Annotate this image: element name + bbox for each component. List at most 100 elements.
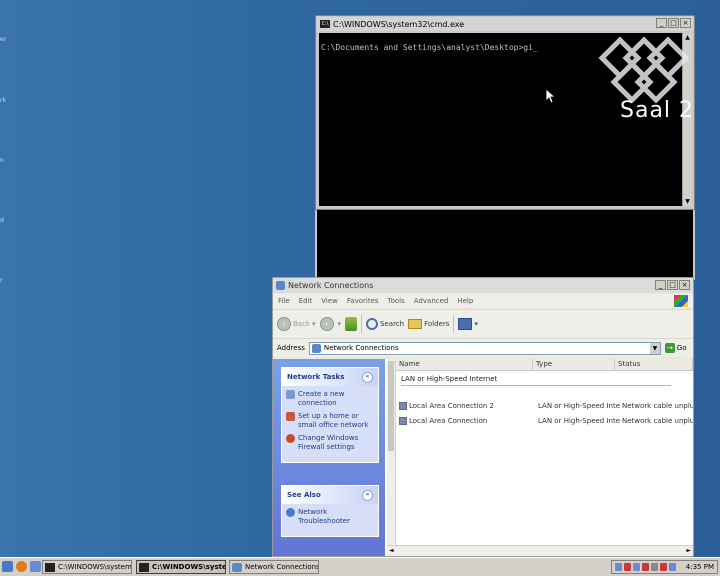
- address-dropdown-button[interactable]: ▼: [649, 342, 660, 354]
- taskbar-item-cmd-2[interactable]: C:\WINDOWS\system...: [136, 560, 226, 574]
- desktop-icon-label[interactable]: n: [0, 157, 10, 165]
- views-button[interactable]: ▾: [458, 318, 478, 330]
- network-tray-icon[interactable]: [633, 563, 640, 571]
- column-type[interactable]: Type: [533, 359, 615, 370]
- table-row[interactable]: Local Area Connection LAN or High-Speed …: [396, 415, 693, 427]
- clock[interactable]: 4:35 PM: [686, 563, 717, 571]
- go-button[interactable]: → Go: [664, 343, 687, 353]
- tray-icon[interactable]: [669, 563, 676, 571]
- row-name: Local Area Connection 2: [409, 402, 494, 410]
- task-firewall-settings[interactable]: Change Windows Firewall settings: [286, 434, 374, 452]
- security-tray-icon[interactable]: [660, 563, 667, 571]
- up-folder-button[interactable]: [345, 317, 358, 331]
- menu-file[interactable]: File: [278, 297, 290, 305]
- toolbar-separator: [453, 315, 455, 333]
- network-connections-window[interactable]: Network Connections _ □ × File Edit View…: [272, 277, 694, 557]
- close-button[interactable]: ×: [679, 280, 690, 290]
- row-name: Local Area Connection: [409, 417, 488, 425]
- horizontal-scrollbar[interactable]: ◄ ►: [387, 545, 693, 556]
- network-tasks-panel: Network Tasks « Create a new connection …: [281, 367, 379, 463]
- quick-launch: [2, 561, 41, 572]
- network-connections-icon: [276, 281, 285, 290]
- task-home-network[interactable]: Set up a home or small office network: [286, 412, 374, 430]
- task-label: Change Windows Firewall settings: [298, 434, 359, 451]
- task-label: Set up a home or small office network: [298, 412, 369, 429]
- scrollbar-thumb[interactable]: [388, 361, 394, 451]
- network-tray-icon[interactable]: [615, 563, 622, 571]
- see-also-header[interactable]: See Also «: [282, 486, 378, 504]
- cmd-window-lower[interactable]: [315, 210, 695, 280]
- network-disconnected-tray-icon[interactable]: [624, 563, 631, 571]
- task-label: Create a new connection: [298, 390, 345, 407]
- menu-edit[interactable]: Edit: [299, 297, 313, 305]
- task-label: Network Troubleshooter: [298, 508, 350, 525]
- network-connections-icon: [311, 343, 321, 353]
- close-button[interactable]: ×: [680, 18, 691, 28]
- back-button[interactable]: ‹ Back ▾: [277, 317, 316, 331]
- address-input[interactable]: Network Connections ▼: [308, 341, 661, 355]
- menu-favorites[interactable]: Favorites: [347, 297, 379, 305]
- collapse-chevron-icon[interactable]: «: [362, 489, 373, 501]
- firefox-icon[interactable]: [16, 561, 27, 572]
- column-status[interactable]: Status: [615, 359, 693, 370]
- cmd-title: C:\WINDOWS\system32\cmd.exe: [333, 19, 465, 29]
- system-tray: 4:35 PM: [611, 560, 718, 574]
- scroll-down-arrow-icon[interactable]: ▼: [683, 197, 692, 206]
- maximize-button[interactable]: □: [667, 280, 678, 290]
- network-adapter-icon: [399, 402, 407, 410]
- menu-help[interactable]: Help: [457, 297, 473, 305]
- shield-tray-icon[interactable]: [642, 563, 649, 571]
- go-arrow-icon: →: [664, 343, 675, 353]
- scroll-left-arrow-icon[interactable]: ◄: [389, 547, 394, 554]
- search-icon: [366, 318, 379, 330]
- desktop-icon-label[interactable]: rk: [0, 97, 10, 105]
- minimize-button[interactable]: _: [655, 280, 666, 290]
- show-desktop-icon[interactable]: [2, 561, 13, 572]
- task-create-connection[interactable]: Create a new connection: [286, 390, 374, 408]
- folders-button[interactable]: Folders: [408, 319, 449, 329]
- menu-tools[interactable]: Tools: [388, 297, 405, 305]
- taskbar-item-network-connections[interactable]: Network Connections: [229, 560, 319, 574]
- menu-view[interactable]: View: [321, 297, 338, 305]
- network-adapter-icon: [399, 417, 407, 425]
- network-tasks-title: Network Tasks: [287, 373, 345, 381]
- table-row[interactable]: Local Area Connection 2 LAN or High-Spee…: [396, 400, 693, 412]
- explorer-title-bar[interactable]: Network Connections _ □ ×: [273, 278, 693, 293]
- maximize-button[interactable]: □: [668, 18, 679, 28]
- explorer-content: Network Tasks « Create a new connection …: [273, 359, 693, 556]
- explorer-icon[interactable]: [30, 561, 41, 572]
- windows-logo-icon: [674, 295, 688, 307]
- row-status: Network cable unplugged: [622, 417, 693, 425]
- row-type: LAN or High-Speed Inter...: [538, 402, 620, 410]
- toolbar: ‹ Back ▾ › ▾ Search Folders ▾: [273, 309, 693, 339]
- desktop-icon-column[interactable]: er rk n d r: [0, 0, 10, 300]
- group-header: LAN or High-Speed Internet: [401, 373, 671, 386]
- taskbar-item-cmd-1[interactable]: C:\WINDOWS\system32\...: [42, 560, 132, 574]
- volume-tray-icon[interactable]: [651, 563, 658, 571]
- go-label: Go: [676, 344, 687, 352]
- search-button[interactable]: Search: [366, 318, 404, 330]
- see-also-panel: See Also « Network Troubleshooter: [281, 485, 379, 537]
- folder-icon: [408, 319, 423, 329]
- column-name[interactable]: Name: [396, 359, 533, 370]
- scroll-right-arrow-icon[interactable]: ►: [686, 547, 691, 554]
- vertical-scrollbar[interactable]: [387, 359, 396, 546]
- forward-button[interactable]: ›: [319, 317, 334, 331]
- cmd-title-bar[interactable]: C:\ C:\WINDOWS\system32\cmd.exe _ □ ×: [317, 17, 693, 31]
- desktop-icon-label[interactable]: r: [0, 277, 10, 285]
- collapse-chevron-icon[interactable]: «: [362, 371, 373, 383]
- task-network-troubleshooter[interactable]: Network Troubleshooter: [286, 508, 374, 526]
- menu-advanced[interactable]: Advanced: [414, 297, 449, 305]
- logo-text: Saal 2: [620, 98, 695, 123]
- firewall-icon: [286, 434, 295, 443]
- back-label: Back: [293, 320, 310, 328]
- desktop-icon-label[interactable]: er: [0, 36, 10, 44]
- desktop-icon-label[interactable]: d: [0, 217, 10, 225]
- minimize-button[interactable]: _: [656, 18, 667, 28]
- address-label: Address: [277, 344, 305, 352]
- file-list: Name Type Status LAN or High-Speed Inter…: [387, 359, 693, 556]
- network-connections-icon: [232, 562, 242, 572]
- taskbar: C:\WINDOWS\system32\... C:\WINDOWS\syste…: [0, 557, 720, 576]
- network-tasks-header[interactable]: Network Tasks «: [282, 368, 378, 386]
- explorer-title: Network Connections: [288, 281, 374, 290]
